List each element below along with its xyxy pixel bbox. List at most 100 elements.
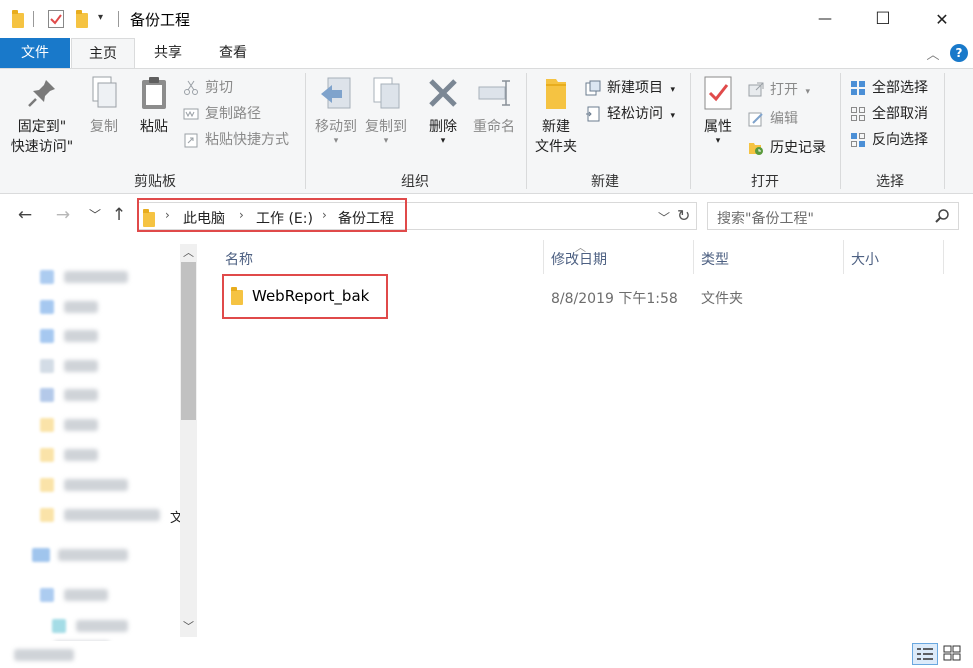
delete-button[interactable]: 删除 ▾ [423,75,463,146]
close-icon: ✕ [935,9,949,29]
large-icons-view-button[interactable] [940,643,966,665]
paste-button[interactable]: 粘贴 [134,75,174,137]
sidebar-item-label [64,330,98,342]
cube-icon [52,619,66,633]
column-header-name[interactable]: 名称 [225,249,253,269]
column-divider[interactable] [543,240,544,274]
sidebar-scroll-thumb[interactable] [181,262,196,420]
easy-access-icon [585,106,601,122]
minimize-button[interactable]: — [796,0,854,38]
refresh-icon[interactable]: ↻ [677,206,690,225]
dropdown-caret-icon: ▾ [805,87,810,97]
paste-shortcut-label: 粘贴快捷方式 [205,132,289,148]
sidebar-item-label [64,509,160,521]
search-box[interactable]: 搜索"备份工程" [707,202,959,230]
tab-view[interactable]: 查看 [202,38,264,68]
column-divider[interactable] [943,240,944,274]
sidebar-item-label [64,449,98,461]
customize-quick-access-icon[interactable]: ▾ [98,12,103,23]
sidebar-item-folder[interactable] [28,444,168,466]
maximize-button[interactable]: ☐ [854,0,912,38]
search-icon[interactable] [934,208,950,228]
column-header-type[interactable]: 类型 [701,249,729,269]
properties-button[interactable]: 属性 ▾ [698,75,738,146]
invert-selection-button[interactable]: 反向选择 [850,128,928,152]
pin-to-quick-access-button[interactable]: 固定到" 快速访问" [6,75,78,157]
edit-label: 编辑 [770,111,798,127]
sidebar-item-folder[interactable] [28,414,168,436]
properties-quick-icon[interactable] [48,10,64,28]
status-text [14,649,74,661]
tab-home[interactable]: 主页 [71,38,135,68]
tab-file[interactable]: 文件 [0,38,70,68]
select-all-button[interactable]: 全部选择 [850,76,928,100]
scroll-up-icon[interactable]: ︿ [180,244,197,261]
dropdown-caret-icon: ▾ [715,136,721,146]
column-divider[interactable] [693,240,694,274]
sidebar-item-folder[interactable]: 文 [28,504,183,526]
sidebar-item-onedrive[interactable] [20,544,160,566]
scroll-down-icon[interactable]: ﹀ [180,618,197,635]
cut-button[interactable]: 剪切 [183,76,233,100]
download-icon [40,329,54,343]
dropdown-caret-icon: ▾ [670,111,675,121]
address-dropdown-icon[interactable]: ﹀ [658,209,670,226]
desktop-icon [40,300,54,314]
tab-share[interactable]: 共享 [138,38,198,68]
navigation-bar: ← → ﹀ ↑ › 此电脑 › 工作 (E:) › 备份工程 ﹀ ↻ 搜索"备份… [0,195,973,237]
copy-to-icon [368,75,404,111]
divider [33,11,34,27]
column-header-size[interactable]: 大小 [851,249,879,269]
sidebar-item-quick-access[interactable] [28,266,168,288]
new-item-button[interactable]: 新建项目 ▾ [585,76,675,100]
sidebar-item-3d-objects[interactable] [40,615,180,637]
copy-to-button[interactable]: 复制到 ▾ [361,75,411,146]
move-to-button[interactable]: 移动到 ▾ [311,75,361,146]
paste-shortcut-icon [183,132,199,148]
rename-button[interactable]: 重命名 [470,75,518,137]
easy-access-button[interactable]: 轻松访问 ▾ [585,102,675,126]
column-header-date[interactable]: 修改日期 [551,249,607,269]
close-button[interactable]: ✕ [913,0,971,38]
sidebar-item-desktop[interactable]: › [28,296,197,318]
new-folder-label-line2: 文件夹 [535,139,577,155]
window-title: 备份工程 [130,11,191,29]
rename-icon [476,75,512,111]
edit-icon [748,111,764,127]
history-button[interactable]: 历史记录 [748,136,826,160]
back-arrow-icon[interactable]: ← [14,204,36,226]
new-folder-quick-icon[interactable] [76,10,88,28]
open-button[interactable]: 打开 ▾ [748,78,810,102]
group-divider [526,73,527,189]
new-folder-button[interactable]: 新建 文件夹 [531,75,581,157]
recent-locations-icon[interactable]: ﹀ [84,204,106,226]
select-none-button[interactable]: 全部取消 [850,102,928,126]
group-label-select: 选择 [876,174,904,190]
copy-path-label: 复制路径 [205,106,261,122]
pin-label-line2: 快速访问" [10,139,74,155]
sidebar-item-pictures[interactable]: › [28,384,197,406]
paste-shortcut-button[interactable]: 粘贴快捷方式 [183,128,289,152]
folder-icon [12,10,24,28]
copy-button[interactable]: 复制 [84,75,124,137]
group-divider [840,73,841,189]
group-label-new: 新建 [591,174,619,190]
column-divider[interactable] [843,240,844,274]
details-view-button[interactable] [912,643,938,665]
sidebar-item-documents[interactable]: › [28,355,197,377]
help-icon[interactable]: ? [950,44,968,62]
cut-label: 剪切 [205,80,233,96]
sidebar-item-this-pc[interactable] [28,584,168,606]
collapse-ribbon-icon[interactable]: ︿ [925,44,941,63]
sidebar-item-folder[interactable] [28,474,168,496]
pin-label-line1: 固定到" [17,119,67,135]
forward-arrow-icon[interactable]: → [52,204,74,226]
group-divider [305,73,306,189]
up-arrow-icon[interactable]: ↑ [108,204,130,226]
picture-icon [40,388,54,402]
easy-access-label: 轻松访问 [607,106,663,122]
edit-button[interactable]: 编辑 [748,107,798,131]
copy-path-button[interactable]: 复制路径 [183,102,261,126]
group-label-clipboard: 剪贴板 [134,174,176,190]
sidebar-item-downloads[interactable]: › [28,325,197,347]
